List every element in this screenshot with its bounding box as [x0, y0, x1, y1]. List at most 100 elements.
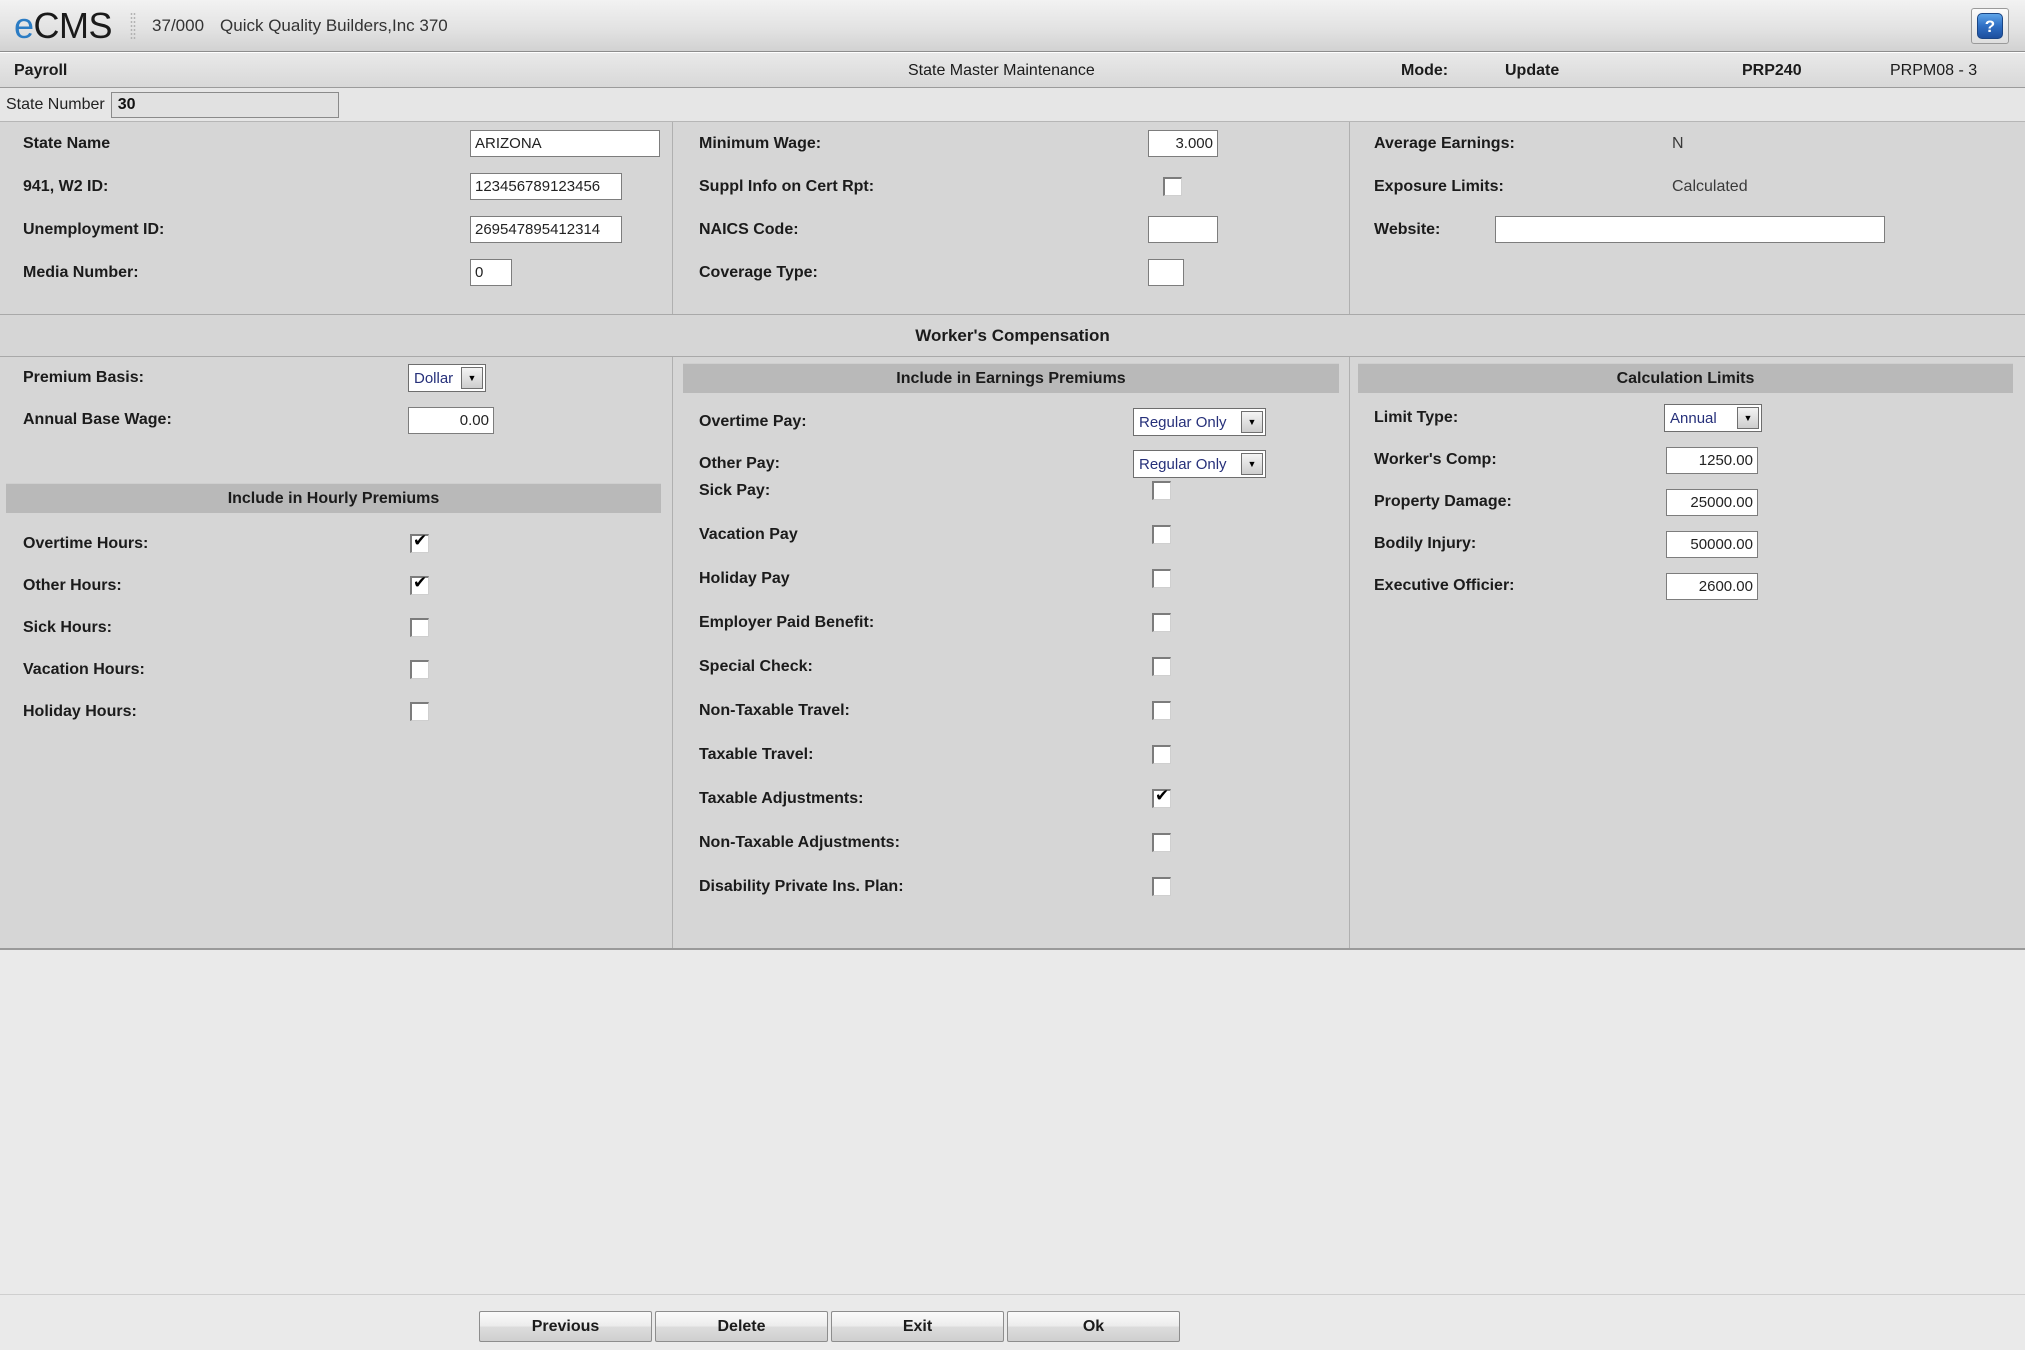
hourly-premium-checkbox[interactable] — [410, 618, 429, 637]
state-name-label: State Name — [23, 134, 111, 152]
earnings-premium-row: Non-Taxable Adjustments: — [673, 821, 1350, 865]
earnings-premium-dropdown-value: Regular Only — [1139, 413, 1227, 431]
earnings-premiums-panel: Include in Earnings Premiums Overtime Pa… — [673, 357, 1350, 948]
hourly-premium-label: Holiday Hours: — [23, 703, 137, 720]
program-code: PRP240 — [1742, 62, 1802, 79]
limit-type-dropdown[interactable]: Annual ▼ — [1664, 404, 1762, 432]
earnings-premium-row: Taxable Adjustments: — [673, 777, 1350, 821]
hourly-premium-label: Other Hours: — [23, 577, 122, 594]
unemployment-id-input[interactable]: 269547895412314 — [470, 216, 622, 243]
earnings-premium-label: Non-Taxable Travel: — [699, 702, 850, 719]
earnings-premium-checkbox[interactable] — [1152, 833, 1171, 852]
earnings-premium-label: Taxable Adjustments: — [699, 790, 864, 807]
earnings-premium-checkbox[interactable] — [1152, 786, 1171, 808]
chevron-down-icon: ▼ — [1241, 411, 1263, 433]
hourly-premium-checkbox[interactable] — [410, 702, 429, 721]
state-name-input[interactable]: ARIZONA — [470, 130, 660, 157]
calculation-limit-label: Worker's Comp: — [1374, 451, 1497, 468]
form-area: State Name ARIZONA 941, W2 ID: 123456789… — [0, 122, 2025, 950]
annual-base-wage-input[interactable]: 0.00 — [408, 407, 494, 434]
delete-button[interactable]: Delete — [655, 1311, 828, 1342]
screen-title-bar: Payroll State Master Maintenance Mode: U… — [0, 52, 2025, 88]
mode-label: Mode: — [1401, 62, 1449, 79]
help-button[interactable]: ? — [1971, 8, 2009, 44]
suppl-info-cert-rpt-checkbox[interactable] — [1163, 177, 1182, 196]
ok-button[interactable]: Ok — [1007, 1311, 1180, 1342]
calculation-limit-label: Executive Officier: — [1374, 577, 1515, 594]
hourly-premium-row: Holiday Hours: — [0, 691, 673, 733]
calculation-limit-input[interactable]: 1250.00 — [1666, 447, 1758, 474]
calculation-limit-label: Bodily Injury: — [1374, 535, 1477, 552]
calculation-limit-row: Worker's Comp: 1250.00 — [1350, 439, 2025, 481]
minimum-wage-input[interactable]: 3.000 — [1148, 130, 1218, 157]
earnings-premium-checkbox[interactable] — [1152, 525, 1171, 544]
calculation-limit-input[interactable]: 2600.00 — [1666, 573, 1758, 600]
exposure-limits-value: Calculated — [1672, 177, 1748, 195]
earnings-premium-checkbox[interactable] — [1152, 613, 1171, 632]
chevron-down-icon: ▼ — [1737, 407, 1759, 429]
module-name: Payroll — [14, 62, 68, 79]
calculation-limit-input[interactable]: 25000.00 — [1666, 489, 1758, 516]
earnings-premium-row: Disability Private Ins. Plan: — [673, 865, 1350, 909]
calculation-limit-input[interactable]: 50000.00 — [1666, 531, 1758, 558]
state-number-field[interactable]: 30 — [110, 91, 339, 118]
unemployment-id-label: Unemployment ID: — [23, 220, 165, 238]
earnings-premium-row: Special Check: — [673, 645, 1350, 689]
earnings-premium-label: Overtime Pay: — [699, 413, 807, 430]
chevron-down-icon: ▼ — [461, 367, 483, 389]
hourly-premium-checkbox[interactable] — [410, 660, 429, 679]
brand-bar: eCMS 37/000 Quick Quality Builders,Inc 37… — [0, 0, 2025, 52]
question-mark-icon: ? — [1977, 13, 2003, 39]
premium-basis-dropdown[interactable]: Dollar ▼ — [408, 364, 486, 392]
earnings-premium-dropdown[interactable]: Regular Only ▼ — [1133, 408, 1266, 436]
average-earnings-value: N — [1672, 134, 1684, 152]
minimum-wage-label: Minimum Wage: — [699, 134, 822, 152]
hourly-premiums-list: Overtime Hours: Other Hours: Sick Hours: Va… — [0, 523, 673, 733]
earnings-premium-row: Employer Paid Benefit: — [673, 601, 1350, 645]
calculation-limit-row: Property Damage: 25000.00 — [1350, 481, 2025, 523]
workers-comp-section: Premium Basis: Dollar ▼ Annual Base Wage… — [0, 357, 2025, 948]
calculation-limit-label: Property Damage: — [1374, 493, 1512, 510]
earnings-premium-row: Taxable Travel: — [673, 733, 1350, 777]
coverage-type-input[interactable] — [1148, 259, 1184, 286]
hourly-premium-checkbox[interactable] — [410, 573, 429, 595]
hourly-premium-row: Other Hours: — [0, 565, 673, 607]
earnings-premium-checkbox[interactable] — [1152, 701, 1171, 720]
include-earnings-premiums-banner: Include in Earnings Premiums — [683, 363, 1339, 393]
earnings-premium-row: Vacation Pay — [673, 513, 1350, 557]
limit-type-value: Annual — [1670, 409, 1717, 427]
exit-button[interactable]: Exit — [831, 1311, 1004, 1342]
include-hourly-premiums-banner: Include in Hourly Premiums — [6, 483, 661, 513]
limit-type-label: Limit Type: — [1374, 409, 1459, 426]
ecms-logo: eCMS — [14, 7, 113, 44]
website-input[interactable] — [1495, 216, 1885, 243]
hourly-premium-row: Overtime Hours: — [0, 523, 673, 565]
earnings-premium-label: Holiday Pay — [699, 570, 790, 587]
hourly-premium-checkbox[interactable] — [410, 531, 429, 553]
earnings-premium-checkbox[interactable] — [1152, 877, 1171, 896]
exposure-limits-label: Exposure Limits: — [1374, 177, 1504, 195]
mode-value: Update — [1505, 62, 1560, 79]
premium-basis-value: Dollar — [414, 369, 454, 387]
media-number-label: Media Number: — [23, 263, 139, 281]
annual-base-wage-label: Annual Base Wage: — [23, 411, 172, 428]
calculation-limit-row: Executive Officier: 2600.00 — [1350, 565, 2025, 607]
w2-id-label: 941, W2 ID: — [23, 177, 109, 195]
previous-button[interactable]: Previous — [479, 1311, 652, 1342]
top-section: State Name ARIZONA 941, W2 ID: 123456789… — [0, 122, 2025, 315]
screen-title: State Master Maintenance — [908, 62, 1095, 79]
media-number-input[interactable]: 0 — [470, 259, 512, 286]
application-window: eCMS 37/000 Quick Quality Builders,Inc 37… — [0, 0, 2025, 1350]
wage-info-panel: Minimum Wage: 3.000 Suppl Info on Cert R… — [673, 122, 1350, 314]
calculation-limit-row: Bodily Injury: 50000.00 — [1350, 523, 2025, 565]
w2-id-input[interactable]: 123456789123456 — [470, 173, 622, 200]
suppl-info-cert-rpt-label: Suppl Info on Cert Rpt: — [699, 177, 875, 195]
earnings-premium-checkbox[interactable] — [1152, 745, 1171, 764]
state-number-label: State Number — [6, 95, 105, 113]
earnings-premium-checkbox[interactable] — [1152, 481, 1171, 500]
earnings-premium-checkbox[interactable] — [1152, 657, 1171, 676]
naics-code-input[interactable] — [1148, 216, 1218, 243]
earnings-premium-checkbox[interactable] — [1152, 569, 1171, 588]
hourly-premium-label: Overtime Hours: — [23, 535, 149, 552]
earnings-premium-label: Non-Taxable Adjustments: — [699, 834, 900, 851]
